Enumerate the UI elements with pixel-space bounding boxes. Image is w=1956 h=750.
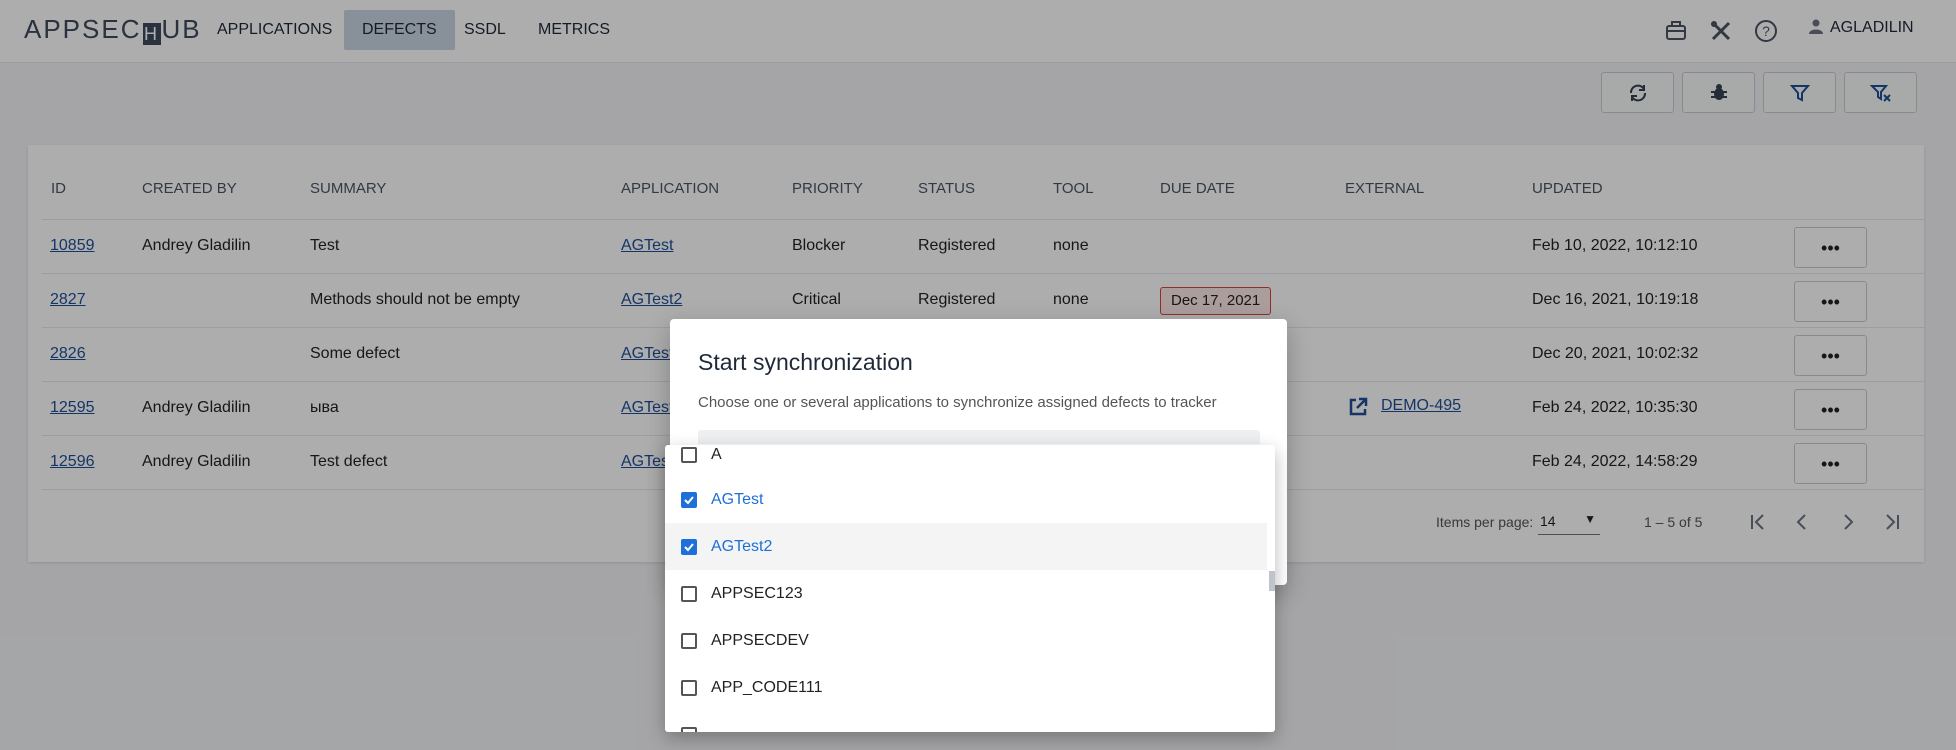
option-label: AGTest [711, 490, 764, 508]
option-label: APP_CODE111 [711, 678, 823, 696]
option-app-code111[interactable]: APP_CODE111 [665, 664, 1267, 711]
dropdown-scrollbar[interactable] [1269, 571, 1275, 591]
option-label: APPSEC123 [711, 584, 803, 602]
checkbox-unchecked-icon [681, 679, 697, 696]
dialog-description: Choose one or several applications to sy… [698, 394, 1217, 411]
option-agtest[interactable]: AGTest [665, 476, 1267, 523]
option-label: APPSECDEV [711, 631, 809, 649]
checkbox-unchecked-icon [681, 726, 697, 732]
option-label: AGTest2 [711, 537, 773, 555]
applications-select-field[interactable] [698, 430, 1260, 444]
option-label: A [711, 445, 722, 463]
option-appsecdev[interactable]: APPSECDEV [665, 617, 1267, 664]
checkbox-checked-icon [681, 491, 697, 508]
checkbox-unchecked-icon [681, 632, 697, 649]
option-partial[interactable] [665, 711, 1267, 732]
option-appsec123[interactable]: APPSEC123 [665, 570, 1267, 617]
option-a[interactable]: A [665, 445, 1267, 478]
checkbox-unchecked-icon [681, 585, 697, 602]
dialog-title: Start synchronization [698, 349, 913, 375]
checkbox-checked-icon [681, 538, 697, 555]
checkbox-unchecked-icon [681, 446, 697, 463]
applications-dropdown: A AGTest AGTest2 APPSEC123 APPSECDEV APP… [665, 445, 1275, 732]
option-agtest2[interactable]: AGTest2 [665, 523, 1267, 570]
